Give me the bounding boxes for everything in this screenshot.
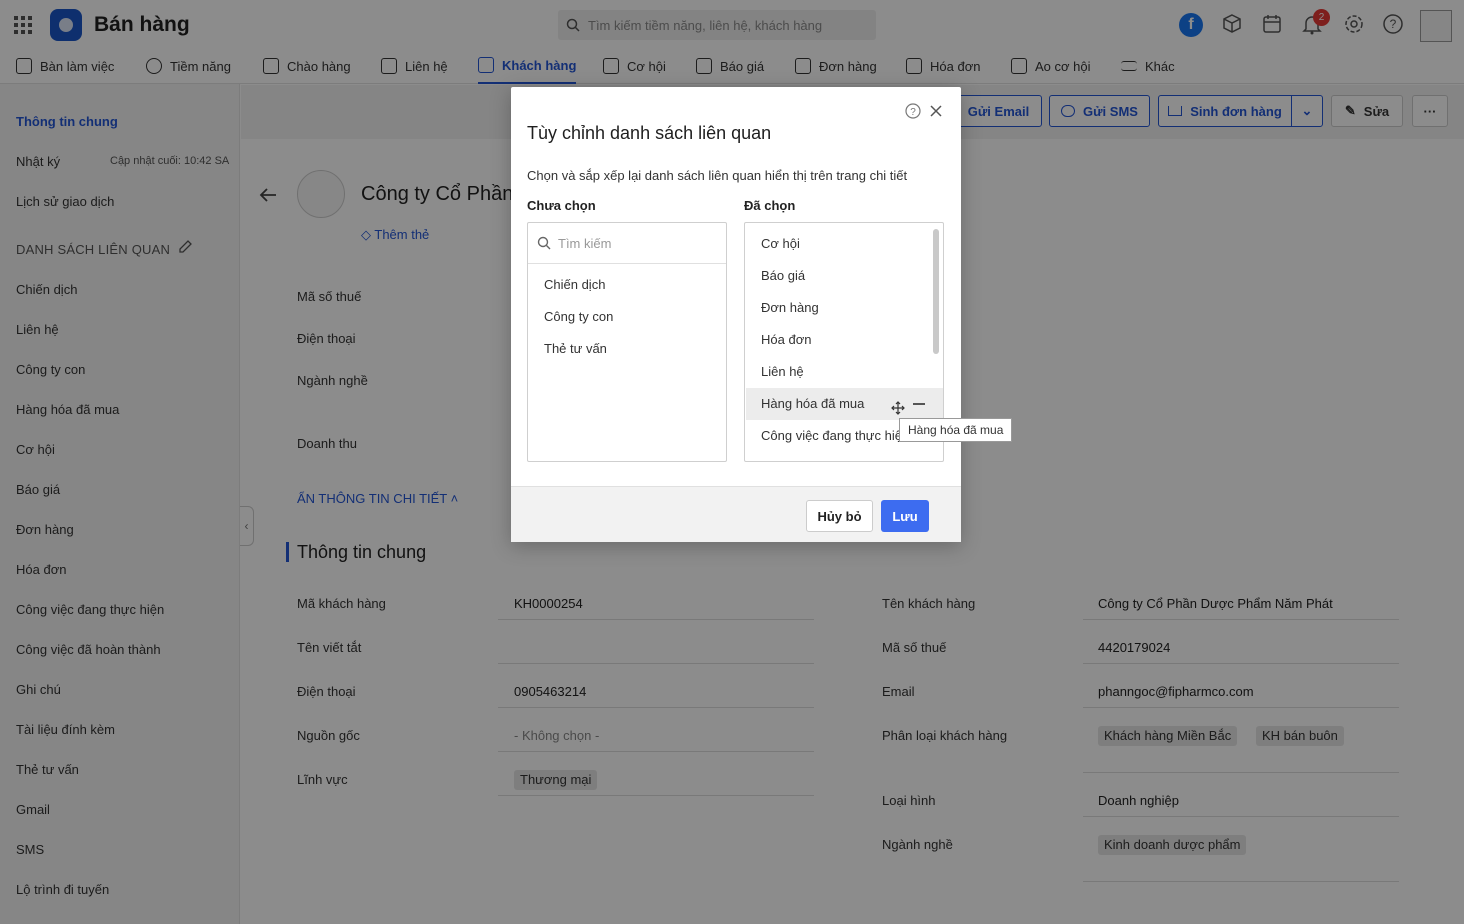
list-search-input[interactable]: Tìm kiếm [528, 223, 726, 264]
list-item[interactable]: Báo giá [761, 268, 805, 283]
customize-related-list-dialog: ? Tùy chỉnh danh sách liên quan Chọn và … [511, 87, 961, 542]
list-item[interactable]: Thẻ tư vấn [544, 341, 607, 356]
unselected-title: Chưa chọn [527, 198, 596, 213]
close-icon[interactable] [930, 105, 942, 117]
help-icon[interactable]: ? [905, 103, 921, 119]
dialog-description: Chọn và sắp xếp lại danh sách liên quan … [527, 168, 908, 183]
unselected-list: Tìm kiếm Chiến dịch Công ty con Thẻ tư v… [527, 222, 727, 462]
list-item[interactable]: Chiến dịch [544, 277, 605, 292]
svg-text:?: ? [910, 107, 916, 118]
list-item[interactable]: Đơn hàng [761, 300, 819, 315]
list-item[interactable]: Công ty con [544, 309, 613, 324]
drag-move-icon[interactable] [891, 401, 905, 415]
remove-icon[interactable] [913, 403, 925, 405]
save-button[interactable]: Lưu [881, 500, 929, 532]
search-placeholder: Tìm kiếm [558, 236, 612, 251]
selected-title: Đã chọn [744, 198, 796, 213]
drag-tooltip: Hàng hóa đã mua [899, 418, 1013, 442]
list-item[interactable]: Cơ hội [761, 236, 800, 251]
list-item[interactable]: Liên hệ [761, 364, 804, 379]
list-item[interactable]: Hàng hóa đã mua [761, 396, 864, 411]
cancel-button[interactable]: Hủy bỏ [806, 500, 873, 532]
scrollbar-thumb[interactable] [933, 229, 939, 354]
list-item[interactable]: Hóa đơn [761, 332, 811, 347]
list-item[interactable]: Công việc đang thực hiện [761, 428, 909, 443]
dialog-title: Tùy chỉnh danh sách liên quan [527, 123, 772, 143]
search-icon [537, 236, 551, 250]
dialog-footer: Hủy bỏ Lưu [511, 486, 961, 542]
